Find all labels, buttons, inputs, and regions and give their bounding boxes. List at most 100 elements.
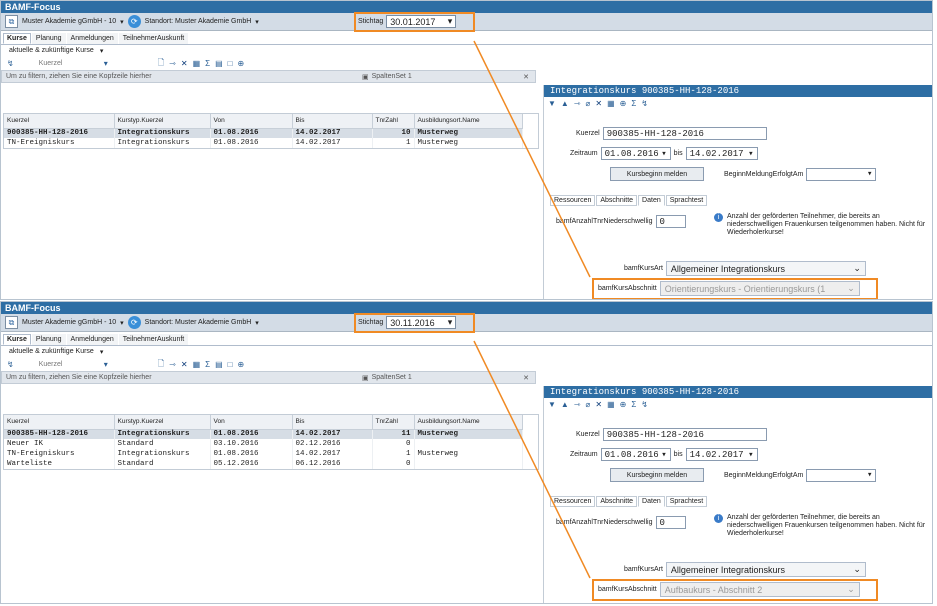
nav-down-icon[interactable]: ▼ <box>548 400 556 409</box>
spaltenset-button[interactable]: ▣ SpaltenSet 1 <box>362 73 412 81</box>
open-icon[interactable]: ⇾ <box>574 99 581 108</box>
layout-icon[interactable]: ▤ <box>215 59 223 68</box>
chevron-down-icon[interactable]: ▾ <box>867 169 872 179</box>
delete-icon[interactable]: ✕ <box>595 400 602 409</box>
tab-ressourcen[interactable]: Ressourcen <box>550 496 596 507</box>
tab-sprachtest[interactable]: Sprachtest <box>665 496 708 507</box>
table-icon[interactable]: ▦ <box>193 360 201 369</box>
table-icon[interactable]: ▦ <box>607 400 615 409</box>
frame-icon[interactable]: □ <box>228 59 233 68</box>
org-label[interactable]: Muster Akademie gGmbH - 10 <box>22 319 116 326</box>
kuerzel-search-input[interactable]: Kuerzel <box>19 360 99 370</box>
chevron-down-icon[interactable]: ⌄ <box>853 263 861 274</box>
chevron-down-icon[interactable]: ▾ <box>661 149 666 159</box>
chevron-down-icon[interactable]: ▾ <box>100 47 104 55</box>
delete-icon[interactable]: ✕ <box>181 59 188 68</box>
sum-icon[interactable]: Σ <box>631 99 636 108</box>
col-kurstyp[interactable]: Kurstyp.Kuerzel <box>114 114 211 129</box>
frame-icon[interactable]: □ <box>228 360 233 369</box>
beginn-date-field[interactable]: ▾ <box>806 167 877 181</box>
sum-icon[interactable]: Σ <box>631 400 636 409</box>
kuerzel-field[interactable]: 900385-HH-128-2016 <box>602 127 767 140</box>
nav-down-icon[interactable]: ▼ <box>548 99 556 108</box>
col-tnrzahl[interactable]: TnrZahl <box>372 415 415 430</box>
col-von[interactable]: Von <box>210 415 293 430</box>
col-kurstyp[interactable]: Kurstyp.Kuerzel <box>114 415 211 430</box>
new-document-icon[interactable]: 🗋 <box>158 57 164 71</box>
open-icon[interactable]: ⇾ <box>169 59 176 68</box>
export-icon[interactable]: ⊕ <box>237 59 244 68</box>
col-kuerzel[interactable]: Kuerzel <box>4 415 115 430</box>
tab-abschnitte[interactable]: Abschnitte <box>596 496 638 507</box>
group-panel[interactable]: Um zu filtern, ziehen Sie eine Kopfzeile… <box>1 371 536 384</box>
col-kuerzel[interactable]: Kuerzel <box>4 114 115 129</box>
export-icon[interactable]: ⊕ <box>620 400 627 409</box>
tab-sprachtest[interactable]: Sprachtest <box>665 195 708 206</box>
tab-teilnehmerauskunft[interactable]: TeilnehmerAuskunft <box>118 334 189 345</box>
col-von[interactable]: Von <box>210 114 293 129</box>
kursart-select[interactable]: Allgemeiner Integrationskurs ⌄ <box>665 562 866 577</box>
new-document-icon[interactable]: 🗋 <box>158 358 164 372</box>
kuerzel-field[interactable]: 900385-HH-128-2016 <box>602 428 767 441</box>
chevron-down-icon[interactable]: ▾ <box>661 450 666 460</box>
org-label[interactable]: Muster Akademie gGmbH - 10 <box>22 18 116 25</box>
delete-icon[interactable]: ✕ <box>595 99 602 108</box>
tab-daten[interactable]: Daten <box>638 496 665 507</box>
chevron-down-icon[interactable]: ▾ <box>255 319 259 327</box>
chevron-down-icon[interactable]: ▾ <box>120 18 124 26</box>
kursbeginn-button[interactable]: Kursbeginn melden <box>610 167 704 181</box>
chevron-down-icon[interactable]: ▾ <box>867 470 872 480</box>
col-tnrzahl[interactable]: TnrZahl <box>372 114 415 129</box>
tab-ressourcen[interactable]: Ressourcen <box>550 195 596 206</box>
open-icon[interactable]: ⇾ <box>574 400 581 409</box>
standort-label[interactable]: Standort: Muster Akademie GmbH <box>145 319 252 326</box>
anzahl-field[interactable]: 0 <box>655 215 686 228</box>
attach-icon[interactable]: ⌀ <box>586 99 591 108</box>
col-bis[interactable]: Bis <box>292 415 373 430</box>
open-icon[interactable]: ⇾ <box>169 360 176 369</box>
chevron-down-icon[interactable]: ▾ <box>120 319 124 327</box>
course-filter[interactable]: aktuelle & zukünftige Kurse ▾ <box>1 346 932 358</box>
table-icon[interactable]: ▦ <box>193 59 201 68</box>
tab-abschnitte[interactable]: Abschnitte <box>596 195 638 206</box>
tab-planung[interactable]: Planung <box>31 334 66 345</box>
von-field[interactable]: 01.08.2016 ▾ <box>600 147 671 160</box>
attach-icon[interactable]: ⌀ <box>586 400 591 409</box>
close-icon[interactable]: ✕ <box>523 73 529 81</box>
anzahl-field[interactable]: 0 <box>655 516 686 529</box>
tab-daten[interactable]: Daten <box>638 195 665 206</box>
tab-anmeldungen[interactable]: Anmeldungen <box>66 334 118 345</box>
kuerzel-search-input[interactable]: Kuerzel <box>19 59 99 69</box>
chevron-down-icon[interactable]: ▾ <box>104 59 108 68</box>
tab-teilnehmerauskunft[interactable]: TeilnehmerAuskunft <box>118 33 189 44</box>
bis-field[interactable]: 14.02.2017 ▾ <box>685 147 758 160</box>
nav-up-icon[interactable]: ▲ <box>561 99 569 108</box>
table-row[interactable]: 900385-HH-128-2016 Integrationskurs 01.08.… <box>4 128 523 138</box>
von-field[interactable]: 01.08.2016 ▾ <box>600 448 671 461</box>
sum-icon[interactable]: Σ <box>205 59 210 68</box>
col-ausbildungsort[interactable]: Ausbildungsort.Name <box>414 415 523 430</box>
tab-anmeldungen[interactable]: Anmeldungen <box>66 33 118 44</box>
chevron-down-icon[interactable]: ▾ <box>100 348 104 356</box>
refresh-icon[interactable]: ↯ <box>7 59 14 68</box>
chevron-down-icon[interactable]: ▾ <box>255 18 259 26</box>
col-bis[interactable]: Bis <box>292 114 373 129</box>
export-icon[interactable]: ⊕ <box>620 99 627 108</box>
nav-up-icon[interactable]: ▲ <box>561 400 569 409</box>
refresh-icon[interactable]: ↯ <box>641 99 648 108</box>
layout-icon[interactable]: ▤ <box>215 360 223 369</box>
export-icon[interactable]: ⊕ <box>237 360 244 369</box>
beginn-date-field[interactable]: ▾ <box>806 468 877 482</box>
table-row[interactable]: Warteliste Standard 05.12.2016 06.12.2016 0 <box>4 459 523 469</box>
sum-icon[interactable]: Σ <box>205 360 210 369</box>
chevron-down-icon[interactable]: ▾ <box>748 149 753 159</box>
bis-field[interactable]: 14.02.2017 ▾ <box>685 448 758 461</box>
standort-label[interactable]: Standort: Muster Akademie GmbH <box>145 18 252 25</box>
group-panel[interactable]: Um zu filtern, ziehen Sie eine Kopfzeile… <box>1 70 536 83</box>
tab-kurse[interactable]: Kurse <box>3 33 31 44</box>
table-row[interactable]: 900385-HH-128-2016 Integrationskurs 01.08.… <box>4 429 523 439</box>
course-filter[interactable]: aktuelle & zukünftige Kurse ▾ <box>1 45 932 57</box>
chevron-down-icon[interactable]: ⌄ <box>853 564 861 575</box>
table-row[interactable]: TN-Ereigniskurs Integrationskurs 01.08.201… <box>4 138 523 148</box>
table-icon[interactable]: ▦ <box>607 99 615 108</box>
